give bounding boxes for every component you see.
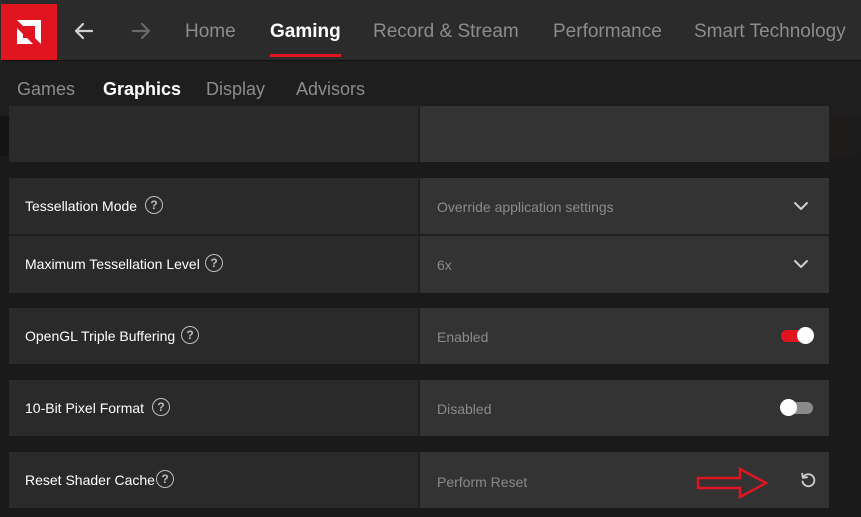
tab-gaming-label: Gaming bbox=[270, 21, 341, 42]
toggle-knob bbox=[780, 399, 797, 416]
help-icon[interactable]: ? bbox=[156, 470, 174, 488]
chevron-down-icon[interactable] bbox=[793, 198, 809, 214]
amd-logo-icon[interactable] bbox=[1, 4, 57, 60]
setting-row-10bit-pixel-format: 10-Bit Pixel Format ? Disabled bbox=[9, 380, 829, 436]
subtab-graphics-label: Graphics bbox=[103, 79, 182, 99]
subtab-advisors-label: Advisors bbox=[296, 79, 366, 99]
row-divider bbox=[9, 234, 829, 236]
settings-scroll-area[interactable]: Tessellation Mode ? Override application… bbox=[0, 106, 861, 517]
opengl-triple-buffering-toggle[interactable] bbox=[781, 327, 814, 344]
arrow-left-icon[interactable] bbox=[73, 20, 95, 42]
tessellation-mode-label: Tessellation Mode bbox=[25, 198, 138, 214]
tab-performance-label: Performance bbox=[553, 21, 662, 42]
ten-bit-pixel-format-label: 10-Bit Pixel Format bbox=[25, 400, 145, 416]
tab-home-label: Home bbox=[185, 21, 236, 42]
setting-row-opengl-triple-buffering: OpenGL Triple Buffering ? Enabled bbox=[9, 308, 829, 364]
chevron-down-icon[interactable] bbox=[793, 256, 809, 272]
tab-smart-technology-label: Smart Technology bbox=[694, 21, 846, 42]
subtab-display-label: Display bbox=[206, 79, 266, 99]
setting-row-partial bbox=[9, 106, 829, 162]
subtab-games-label: Games bbox=[17, 79, 76, 99]
tab-record-stream-label: Record & Stream bbox=[373, 21, 519, 42]
arrow-right-icon[interactable] bbox=[130, 20, 152, 42]
help-icon[interactable]: ? bbox=[145, 196, 163, 214]
tab-underline bbox=[270, 54, 341, 57]
max-tessellation-level-value[interactable]: 6x bbox=[437, 257, 452, 273]
tab-gaming[interactable]: Gaming bbox=[270, 21, 341, 57]
amd-software-window: Home Gaming Record & Stream Performance … bbox=[0, 0, 861, 517]
opengl-triple-buffering-label: OpenGL Triple Buffering bbox=[25, 328, 176, 344]
tab-smart-technology[interactable]: Smart Technology bbox=[694, 21, 846, 57]
setting-value-cell bbox=[420, 106, 829, 162]
tab-record-stream[interactable]: Record & Stream bbox=[373, 21, 519, 57]
top-navigation-bar: Home Gaming Record & Stream Performance … bbox=[0, 0, 861, 61]
reset-shader-cache-label: Reset Shader Cache bbox=[25, 472, 155, 488]
opengl-triple-buffering-value: Enabled bbox=[437, 329, 489, 345]
toggle-knob bbox=[797, 327, 814, 344]
help-icon[interactable]: ? bbox=[152, 398, 170, 416]
ten-bit-pixel-format-toggle[interactable] bbox=[780, 399, 813, 416]
help-icon[interactable]: ? bbox=[205, 254, 223, 272]
red-arrow-annotation-icon bbox=[696, 467, 768, 499]
tab-home[interactable]: Home bbox=[185, 21, 236, 57]
ten-bit-pixel-format-value: Disabled bbox=[437, 401, 492, 417]
tab-performance[interactable]: Performance bbox=[553, 21, 662, 57]
max-tessellation-level-label: Maximum Tessellation Level bbox=[25, 256, 200, 272]
help-icon[interactable]: ? bbox=[181, 326, 199, 344]
tessellation-mode-value[interactable]: Override application settings bbox=[437, 199, 614, 215]
setting-label-cell bbox=[9, 106, 420, 162]
perform-reset-label[interactable]: Perform Reset bbox=[437, 474, 527, 490]
tessellation-group: Tessellation Mode ? Override application… bbox=[9, 178, 829, 293]
reset-icon[interactable] bbox=[799, 471, 817, 489]
